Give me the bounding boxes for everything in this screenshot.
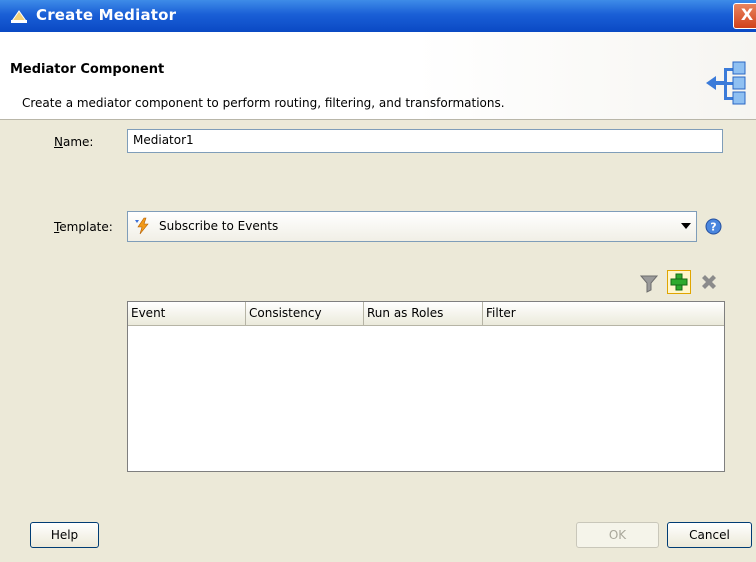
app-icon	[11, 10, 27, 23]
name-label: Name:	[54, 135, 94, 149]
column-header-run-as-roles[interactable]: Run as Roles	[364, 302, 483, 325]
header-description: Create a mediator component to perform r…	[22, 96, 505, 110]
table-header: Event Consistency Run as Roles Filter	[128, 302, 724, 326]
column-header-filter[interactable]: Filter	[483, 302, 724, 325]
add-icon	[670, 273, 688, 291]
template-dropdown[interactable]: Subscribe to Events	[127, 211, 697, 242]
header-title: Mediator Component	[10, 62, 165, 77]
chevron-down-icon[interactable]	[681, 223, 691, 229]
title-bar: Create Mediator X	[0, 0, 756, 32]
name-field[interactable]: Mediator1	[127, 129, 723, 153]
delete-icon[interactable]	[698, 272, 720, 294]
help-button[interactable]: Help	[30, 522, 99, 548]
close-button[interactable]: X	[733, 3, 756, 29]
close-icon: X	[740, 5, 754, 24]
events-table[interactable]: Event Consistency Run as Roles Filter	[127, 301, 725, 472]
help-icon[interactable]: ?	[705, 218, 722, 235]
event-lightning-icon	[135, 217, 149, 235]
ok-button[interactable]: OK	[576, 522, 659, 548]
column-header-event[interactable]: Event	[128, 302, 246, 325]
cancel-button[interactable]: Cancel	[667, 522, 752, 548]
column-header-consistency[interactable]: Consistency	[246, 302, 364, 325]
add-button[interactable]	[667, 270, 691, 294]
mediator-component-icon	[706, 61, 746, 105]
template-label: Template:	[54, 220, 113, 234]
svg-text:?: ?	[710, 221, 716, 234]
filter-icon[interactable]	[638, 272, 660, 294]
window-title: Create Mediator	[36, 6, 177, 24]
template-selected-value: Subscribe to Events	[159, 219, 279, 233]
